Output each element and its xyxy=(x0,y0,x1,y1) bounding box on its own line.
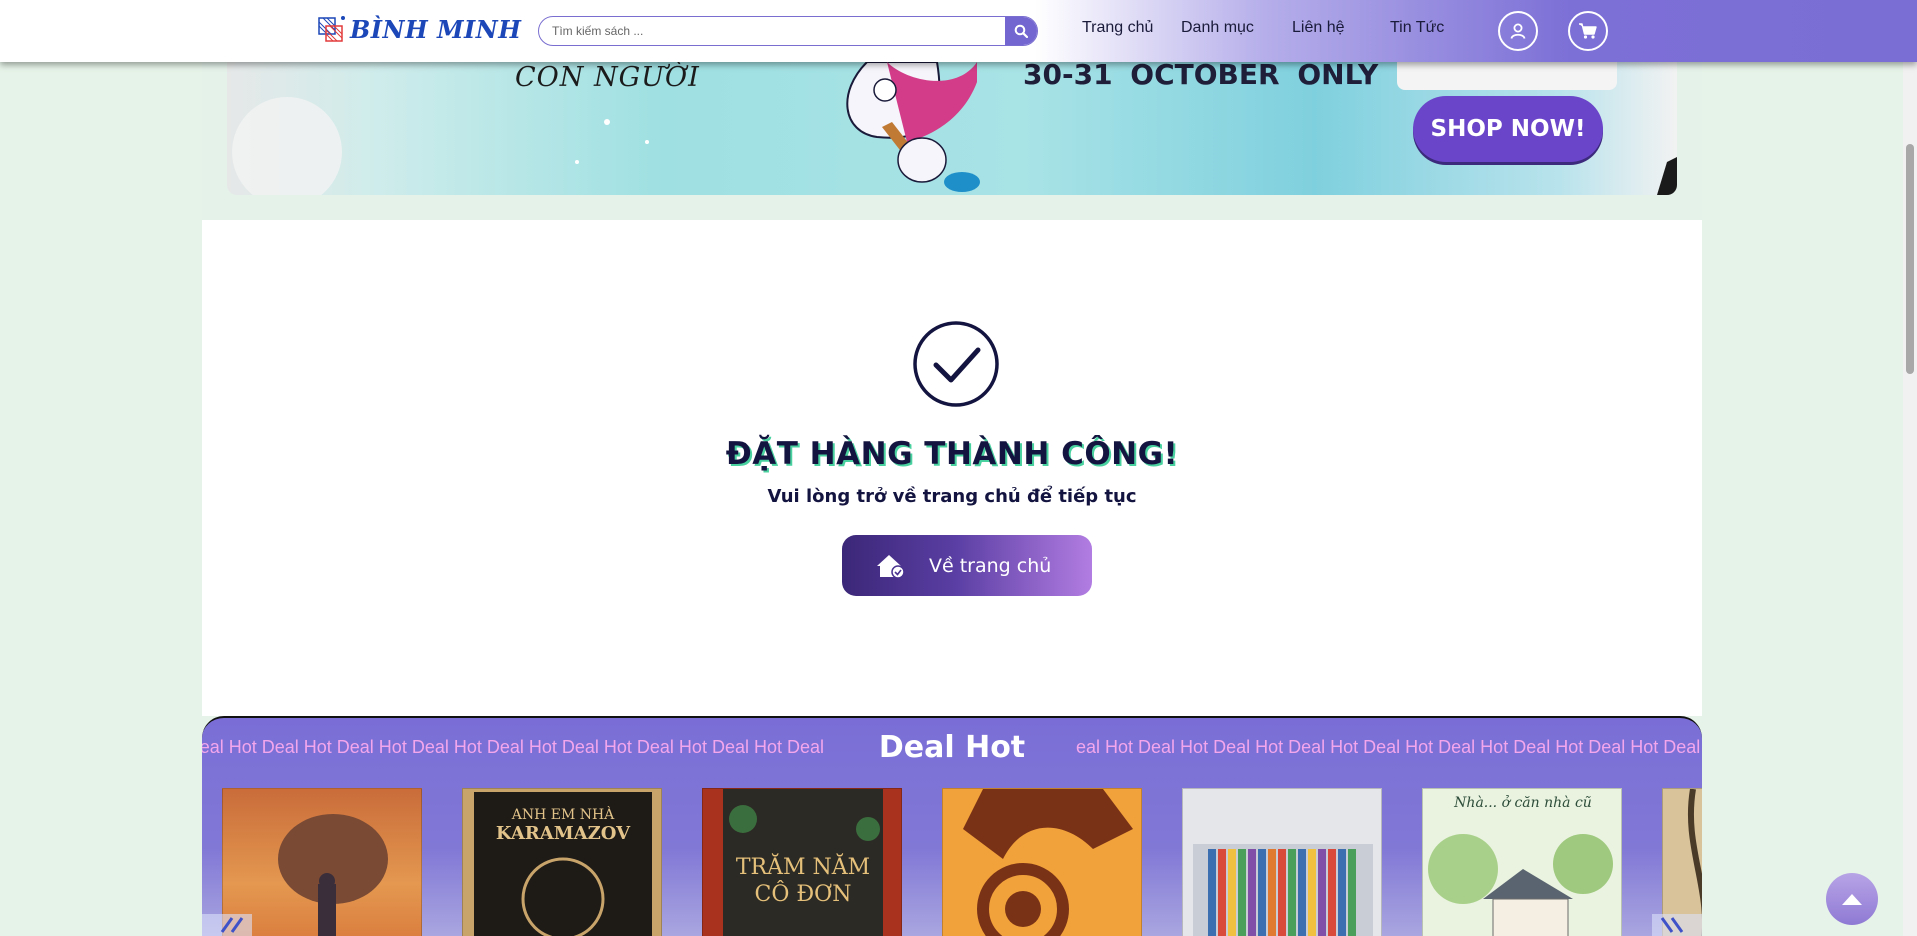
book-card-nha-cu[interactable]: Nhà... ở căn nhà cũ xyxy=(1422,788,1622,936)
deal-next-button[interactable] xyxy=(1652,914,1702,936)
search-input[interactable] xyxy=(539,17,1005,45)
cart-icon xyxy=(1579,23,1597,39)
site-header: BÌNH MINH Trang chủ Danh mục Liên hệ Tin… xyxy=(0,0,1917,62)
book-card-tram-nam[interactable]: TRĂM NĂM CÔ ĐƠN xyxy=(702,788,902,936)
deal-prev-button[interactable] xyxy=(202,914,252,936)
book-title-line2: KARAMAZOV xyxy=(496,823,631,844)
user-icon xyxy=(1510,23,1526,39)
success-subtitle: Vui lòng trở về trang chủ để tiếp tục xyxy=(767,486,1137,507)
logo-text: BÌNH MINH xyxy=(350,14,522,44)
promo-banner[interactable]: CON NGƯỜI 30-31 OCTOBER ONLY SHOP NOW! xyxy=(227,62,1677,195)
search-icon xyxy=(1014,24,1028,38)
home-check-icon xyxy=(877,554,905,579)
success-title: ĐẶT HÀNG THÀNH CÔNG! xyxy=(725,436,1179,472)
book-cover-image xyxy=(278,814,388,936)
back-to-top-button[interactable] xyxy=(1826,873,1878,925)
promo-banner-section: CON NGƯỜI 30-31 OCTOBER ONLY SHOP NOW! xyxy=(202,62,1702,220)
banner-date-text: 30-31 OCTOBER ONLY xyxy=(1023,62,1379,91)
book-title-line1: Nhà... ở căn nhà cũ xyxy=(1453,794,1592,811)
order-success-panel: ĐẶT HÀNG THÀNH CÔNG! Vui lòng trở về tra… xyxy=(202,220,1702,716)
book-card-boxset[interactable] xyxy=(1182,788,1382,936)
book-cover-image: TRĂM NĂM CÔ ĐƠN xyxy=(723,789,883,936)
book-cover-image xyxy=(963,789,1133,936)
book-title-line1: ANH EM NHÀ xyxy=(511,805,615,823)
logo-mark-icon xyxy=(318,15,346,43)
book-title-line2: CÔ ĐƠN xyxy=(755,880,852,907)
chevron-right-icon xyxy=(1660,917,1684,933)
book-cover-image xyxy=(1193,844,1373,936)
scrollbar-thumb[interactable] xyxy=(1906,144,1914,374)
banner-script-text: CON NGƯỜI xyxy=(515,62,700,93)
brand-logo[interactable]: BÌNH MINH xyxy=(318,13,521,45)
search-button[interactable] xyxy=(1005,17,1037,45)
book-card-sun[interactable] xyxy=(942,788,1142,936)
book-title-line1: TRĂM NĂM xyxy=(736,853,870,880)
page-scrollbar[interactable] xyxy=(1903,62,1917,936)
arrow-up-icon xyxy=(1842,894,1862,905)
book-cover-image: Nhà... ở căn nhà cũ xyxy=(1428,794,1613,936)
book-card-dune[interactable] xyxy=(222,788,422,936)
book-cover-image: ANH EM NHÀ KARAMAZOV xyxy=(468,789,658,936)
search-bar xyxy=(538,16,1038,46)
chevron-left-icon xyxy=(220,917,244,933)
deal-hot-section: eal Hot Deal Hot Deal Hot Deal Hot Deal … xyxy=(202,716,1702,936)
cart-button[interactable] xyxy=(1568,11,1608,51)
nav-news[interactable]: Tin Tức xyxy=(1390,19,1444,37)
back-home-label: Về trang chủ xyxy=(929,554,1052,577)
account-button[interactable] xyxy=(1498,11,1538,51)
back-home-button[interactable]: Về trang chủ xyxy=(842,535,1092,596)
banner-card xyxy=(1397,62,1617,90)
book-card-karamazov[interactable]: ANH EM NHÀ KARAMAZOV xyxy=(462,788,662,936)
shop-now-button[interactable]: SHOP NOW! xyxy=(1413,96,1603,162)
deal-hot-title: Deal Hot xyxy=(878,730,1026,765)
check-circle-icon xyxy=(913,321,999,407)
nav-home[interactable]: Trang chủ xyxy=(1082,19,1153,37)
nav-contact[interactable]: Liên hệ xyxy=(1292,19,1345,37)
nav-categories[interactable]: Danh mục xyxy=(1181,19,1254,37)
